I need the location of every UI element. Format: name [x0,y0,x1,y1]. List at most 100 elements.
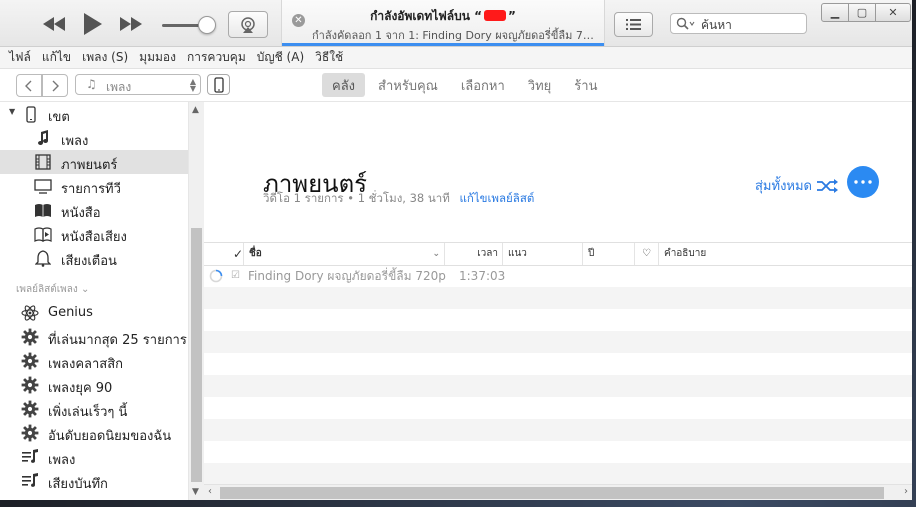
status-display: ✕ กำลังอัพเดทไฟล์บน “” กำลังคัดลอก 1 จาก… [281,0,605,46]
sidebar-item-label: เพลง [48,453,76,468]
tab-for-you[interactable]: สำหรับคุณ [368,73,448,97]
menu-view[interactable]: มุมมอง [139,48,176,67]
horizontal-scroll-thumb[interactable] [220,487,884,499]
shuffle-all-button[interactable]: สุ่มทั้งหมด [755,175,839,196]
menu-controls[interactable]: การควบคุม [187,48,246,67]
rewind-button[interactable] [40,12,68,36]
search-box[interactable] [670,13,807,34]
column-name[interactable]: ชื่อ ⌄ [243,243,444,265]
sidebar-item-playlist[interactable]: เสียงบันทึก [0,469,188,493]
genius-icon [20,303,40,323]
row-checkbox[interactable]: ☑ [231,265,240,287]
sidebar-item-label: ที่เล่นมากสุด 25 รายการ [48,333,187,348]
device-button[interactable] [207,74,230,95]
sidebar-item-label: เพลงยุค 90 [48,381,113,396]
sidebar-item-label: เพลงคลาสสิก [48,357,124,372]
ellipsis-icon [854,180,872,184]
sidebar-item-music[interactable]: เพลง [0,126,188,150]
play-icon [84,13,102,35]
status-subtitle: กำลังคัดลอก 1 จาก 1: Finding Dory ผจญภัย… [312,29,597,42]
tab-browse[interactable]: เลือกหา [451,73,515,97]
horizontal-scrollbar[interactable]: ‹ › [204,484,912,500]
sidebar-device[interactable]: ▼ เขต [0,102,188,126]
playlist-icon [20,447,40,467]
more-options-button[interactable] [847,166,879,198]
column-description[interactable]: คำอธิบาย [658,243,912,265]
sidebar-item-audiobooks[interactable]: หนังสือเสียง [0,222,188,246]
chevron-right-icon [52,80,59,91]
media-kind-selector[interactable]: ♫ เพลง ▲ ▼ [75,74,201,95]
column-genre[interactable]: แนว [502,243,582,265]
sidebar-item-genius[interactable]: Genius [0,301,188,325]
sidebar-item-label: หนังสือเสียง [61,230,127,245]
tab-store[interactable]: ร้าน [564,73,607,97]
table-row [204,441,912,463]
maximize-icon: ▢ [856,6,868,19]
track-list: ☑ Finding Dory ผจญภัยดอรี่ขี้ลืม 720p 1:… [204,265,912,485]
sidebar-item-label: ภาพยนตร์ [61,158,118,173]
tab-library[interactable]: คลัง [322,73,366,97]
scroll-left-icon[interactable]: ‹ [208,486,212,497]
sidebar-item-smart-playlist[interactable]: อันดับยอดนิยมของฉัน [0,421,188,445]
sidebar-item-tv-shows[interactable]: รายการทีวี [0,174,188,198]
menu-help[interactable]: วิธีใช้ [315,48,343,67]
minimize-button[interactable]: ▁ [821,3,849,22]
up-next-button[interactable] [614,12,653,37]
sidebar-section-header[interactable]: เพลย์ลิสต์เพลง ⌄ [16,282,89,297]
edit-playlist-link[interactable]: แก้ไขเพลย์ลิสต์ [459,191,534,205]
airplay-button[interactable] [228,11,268,38]
table-row[interactable]: ☑ Finding Dory ผจญภัยดอรี่ขี้ลืม 720p 1:… [204,265,912,287]
film-icon [33,152,53,172]
scroll-down-icon[interactable]: ▼ [192,487,199,497]
menu-file[interactable]: ไฟล์ [9,48,31,67]
shuffle-all-label: สุ่มทั้งหมด [755,179,813,194]
sidebar-item-label: เสียงบันทึก [48,477,108,492]
status-title: กำลังอัพเดทไฟล์บน “” [370,9,516,23]
sidebar-item-label: รายการทีวี [61,182,121,197]
tab-radio[interactable]: วิทยุ [518,73,562,97]
maximize-button[interactable]: ▢ [848,3,876,22]
chevron-left-icon [25,80,32,91]
table-row [204,287,912,309]
heart-icon: ♡ [642,248,651,259]
sidebar-item-label: เพิ่งเล่นเร็วๆ นี้ [48,405,128,420]
sidebar-item-books[interactable]: หนังสือ [0,198,188,222]
menu-bar: ไฟล์ แก้ไข เพลง (S) มุมมอง การควบคุม บัญ… [0,47,912,69]
gear-icon [20,375,40,395]
gear-icon [20,399,40,419]
sidebar-item-smart-playlist[interactable]: เพลงคลาสสิก [0,349,188,373]
volume-knob[interactable] [198,16,216,34]
menu-edit[interactable]: แก้ไข [42,48,71,67]
sync-progress-bar [282,43,604,46]
forward-button[interactable] [42,74,68,97]
main-content: ภาพยนตร์ วิดีโอ 1 รายการ • 1 ชั่วโมง, 38… [204,102,912,500]
disclosure-triangle-icon[interactable]: ▼ [9,107,15,116]
column-love[interactable]: ♡ [634,243,658,265]
playlist-icon [20,471,40,491]
play-button[interactable] [80,10,106,38]
close-window-button[interactable]: ✕ [875,3,911,22]
sidebar-item-smart-playlist[interactable]: เพลงยุค 90 [0,373,188,397]
track-time: 1:37:03 [459,269,506,283]
scroll-up-icon[interactable]: ▲ [192,105,199,115]
music-note-icon: ♫ [86,77,97,91]
menu-account[interactable]: บัญชี (A) [257,48,304,67]
menu-song[interactable]: เพลง (S) [82,48,128,67]
sidebar-item-label: หนังสือ [61,206,101,221]
sidebar-item-smart-playlist[interactable]: ที่เล่นมากสุด 25 รายการ [0,325,188,349]
gear-icon [20,327,40,347]
sidebar-item-playlist[interactable]: เพลง [0,445,188,469]
table-row [204,375,912,397]
sidebar-item-movies[interactable]: ภาพยนตร์ [0,150,188,174]
back-button[interactable] [16,74,42,97]
column-year[interactable]: ปี [582,243,634,265]
sidebar-item-tones[interactable]: เสียงเตือน [0,246,188,270]
sidebar-scroll-thumb[interactable] [191,228,202,482]
column-check[interactable]: ✓ [228,243,244,265]
sidebar-scrollbar[interactable]: ▲ ▼ [188,102,204,500]
fast-forward-button[interactable] [117,12,145,36]
search-input[interactable] [699,16,807,33]
column-time[interactable]: เวลา [444,243,502,265]
sidebar-item-smart-playlist[interactable]: เพิ่งเล่นเร็วๆ นี้ [0,397,188,421]
scroll-right-icon[interactable]: › [904,486,908,497]
